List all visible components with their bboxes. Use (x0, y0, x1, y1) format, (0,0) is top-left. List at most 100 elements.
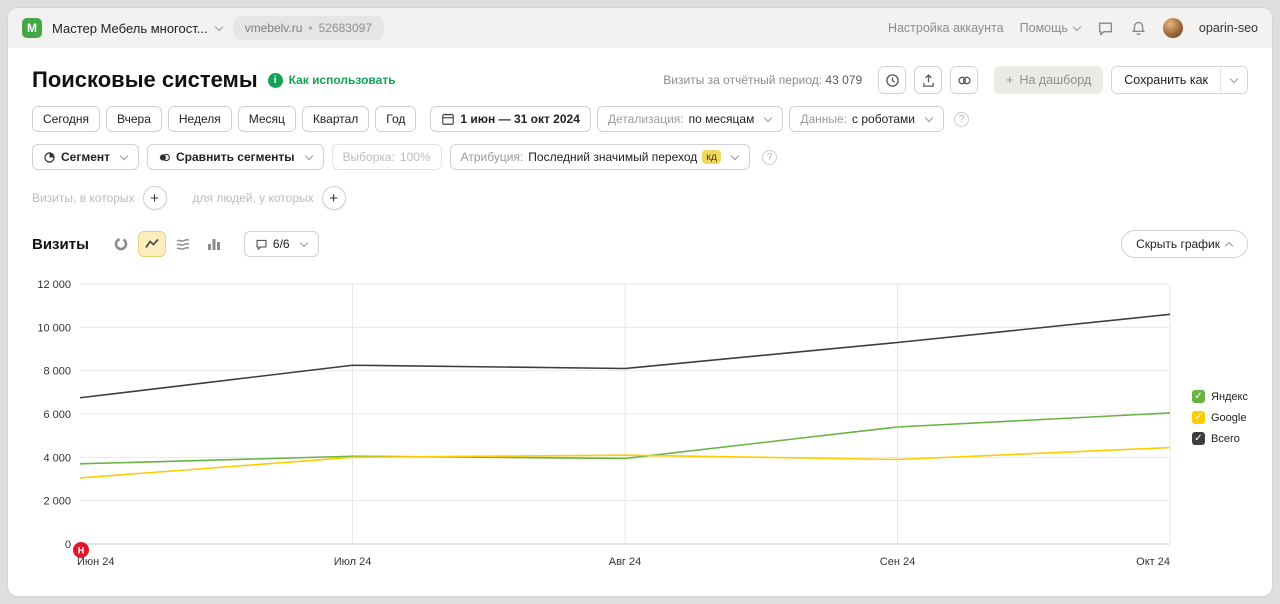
help-icon[interactable]: ? (762, 150, 777, 165)
save-as-group: Сохранить как (1111, 66, 1248, 94)
attribution-dropdown[interactable]: Атрибуция: Последний значимый переход кд (450, 144, 750, 170)
how-to-use-link[interactable]: Как использовать (289, 73, 396, 87)
preset-button[interactable]: Месяц (238, 106, 296, 132)
detalization-label: Детализация: (608, 112, 684, 126)
report-page: Поисковые системы i Как использовать Виз… (8, 48, 1272, 574)
counter-switcher[interactable]: Мастер Мебель многост... (52, 21, 223, 36)
metrica-logo[interactable]: М (22, 18, 42, 38)
add-to-dashboard-label: На дашборд (1019, 73, 1091, 87)
plus-icon: + (329, 191, 338, 206)
chart-title: Визиты (32, 236, 89, 253)
svg-text:Авг 24: Авг 24 (609, 556, 641, 568)
avatar[interactable] (1163, 18, 1183, 38)
svg-text:Сен 24: Сен 24 (880, 556, 915, 568)
goals-count: 6/6 (273, 237, 290, 251)
segment-dropdown[interactable]: Сегмент (32, 144, 139, 170)
chevron-down-icon (925, 114, 933, 122)
info-icon: i (268, 73, 283, 88)
legend-checkbox[interactable]: ✓ (1192, 390, 1205, 403)
compare-segments-dropdown[interactable]: Сравнить сегменты (147, 144, 324, 170)
period-bar: СегодняВчераНеделяМесяцКварталГод 1 июн … (8, 106, 1272, 132)
chart-type-area-button[interactable] (169, 231, 197, 257)
preset-button[interactable]: Квартал (302, 106, 369, 132)
chart-canvas[interactable]: 02 0004 0006 0008 00010 00012 000Июн 24И… (32, 272, 1264, 574)
visits-summary: Визиты за отчётный период: 43 079 (663, 73, 862, 87)
legend-item[interactable]: ✓Всего (1192, 432, 1248, 445)
attribution-badge: кд (702, 150, 721, 164)
date-range-label: 1 июн — 31 окт 2024 (460, 112, 579, 126)
svg-text:6 000: 6 000 (43, 409, 71, 421)
add-people-condition-button[interactable]: + (322, 186, 346, 210)
calendar-icon (441, 112, 455, 126)
sampling-value: 100% (400, 150, 431, 164)
export-button[interactable] (914, 66, 942, 94)
legend-checkbox[interactable]: ✓ (1192, 411, 1205, 424)
date-range-button[interactable]: 1 июн — 31 окт 2024 (430, 106, 590, 132)
svg-text:0: 0 (65, 539, 71, 551)
svg-text:4 000: 4 000 (43, 452, 71, 464)
hide-chart-label: Скрыть график (1136, 237, 1220, 251)
speech-bubble-icon (255, 238, 268, 251)
legend-label: Яндекс (1211, 391, 1248, 403)
sampling-button[interactable]: Выборка: 100% (332, 144, 442, 170)
preset-button[interactable]: Неделя (168, 106, 232, 132)
attribution-label: Атрибуция: (461, 150, 524, 164)
chat-icon[interactable] (1097, 20, 1114, 37)
bell-icon[interactable] (1130, 20, 1147, 37)
export-icon (921, 73, 936, 88)
svg-text:Июл 24: Июл 24 (334, 556, 372, 568)
visits-condition-label: Визиты, в которых (32, 191, 135, 205)
logo-letter: М (27, 21, 37, 35)
detalization-value: по месяцам (689, 112, 755, 126)
detalization-dropdown[interactable]: Детализация: по месяцам (597, 106, 783, 132)
compare-segments-label: Сравнить сегменты (176, 150, 295, 164)
data-mode-label: Данные: (800, 112, 847, 126)
data-mode-value: с роботами (852, 112, 915, 126)
svg-text:8 000: 8 000 (43, 366, 71, 378)
plus-icon: + (150, 191, 159, 206)
add-to-dashboard-button[interactable]: + На дашборд (994, 66, 1103, 94)
svg-text:12 000: 12 000 (37, 279, 71, 291)
counter-name: Мастер Мебель многост... (52, 21, 208, 36)
legend-item[interactable]: ✓ Яндекс (1192, 390, 1248, 403)
svg-text:Н: Н (78, 546, 85, 556)
pie-icon (43, 151, 56, 164)
line-chart-icon (144, 236, 160, 252)
help-icon[interactable]: ? (954, 112, 969, 127)
preset-button[interactable]: Год (375, 106, 416, 132)
stacked-area-icon (175, 236, 191, 252)
save-as-button[interactable]: Сохранить как (1112, 67, 1220, 93)
chart-type-bars-button[interactable] (200, 231, 228, 257)
chevron-up-icon (1225, 242, 1233, 250)
legend-checkbox[interactable]: ✓ (1192, 432, 1205, 445)
visits-summary-label: Визиты за отчётный период: (663, 73, 822, 87)
chart-type-pie-button[interactable] (107, 231, 135, 257)
help-menu[interactable]: Помощь (1020, 21, 1081, 35)
chevron-down-icon (120, 152, 128, 160)
chevron-down-icon (304, 152, 312, 160)
username[interactable]: oparin-seo (1199, 21, 1258, 35)
account-settings-link[interactable]: Настройка аккаунта (888, 21, 1004, 35)
save-as-dropdown[interactable] (1220, 67, 1247, 93)
preset-button[interactable]: Сегодня (32, 106, 100, 132)
bar-chart-icon (206, 236, 222, 252)
visits-chart: 02 0004 0006 0008 00010 00012 000Июн 24И… (32, 272, 1248, 574)
venn-icon (158, 151, 171, 164)
add-visit-condition-button[interactable]: + (143, 186, 167, 210)
history-button[interactable] (878, 66, 906, 94)
segments-button[interactable] (950, 66, 978, 94)
counter-chip[interactable]: vmebelv.ru • 52683097 (233, 16, 384, 40)
preset-buttons: СегодняВчераНеделяМесяцКварталГод (32, 106, 416, 132)
goals-dropdown[interactable]: 6/6 (244, 231, 319, 257)
app-window: М Мастер Мебель многост... vmebelv.ru • … (8, 8, 1272, 596)
counter-domain: vmebelv.ru (245, 21, 303, 35)
hide-chart-button[interactable]: Скрыть график (1121, 230, 1248, 258)
report-header: Поисковые системы i Как использовать Виз… (8, 48, 1272, 94)
preset-button[interactable]: Вчера (106, 106, 162, 132)
visits-summary-value: 43 079 (825, 73, 862, 87)
chart-toolbar: Визиты 6/6 Скры (8, 230, 1272, 258)
legend-item[interactable]: ✓Google (1192, 411, 1248, 424)
data-mode-dropdown[interactable]: Данные: с роботами (789, 106, 944, 132)
chevron-down-icon (214, 23, 222, 31)
chart-type-line-button[interactable] (138, 231, 166, 257)
